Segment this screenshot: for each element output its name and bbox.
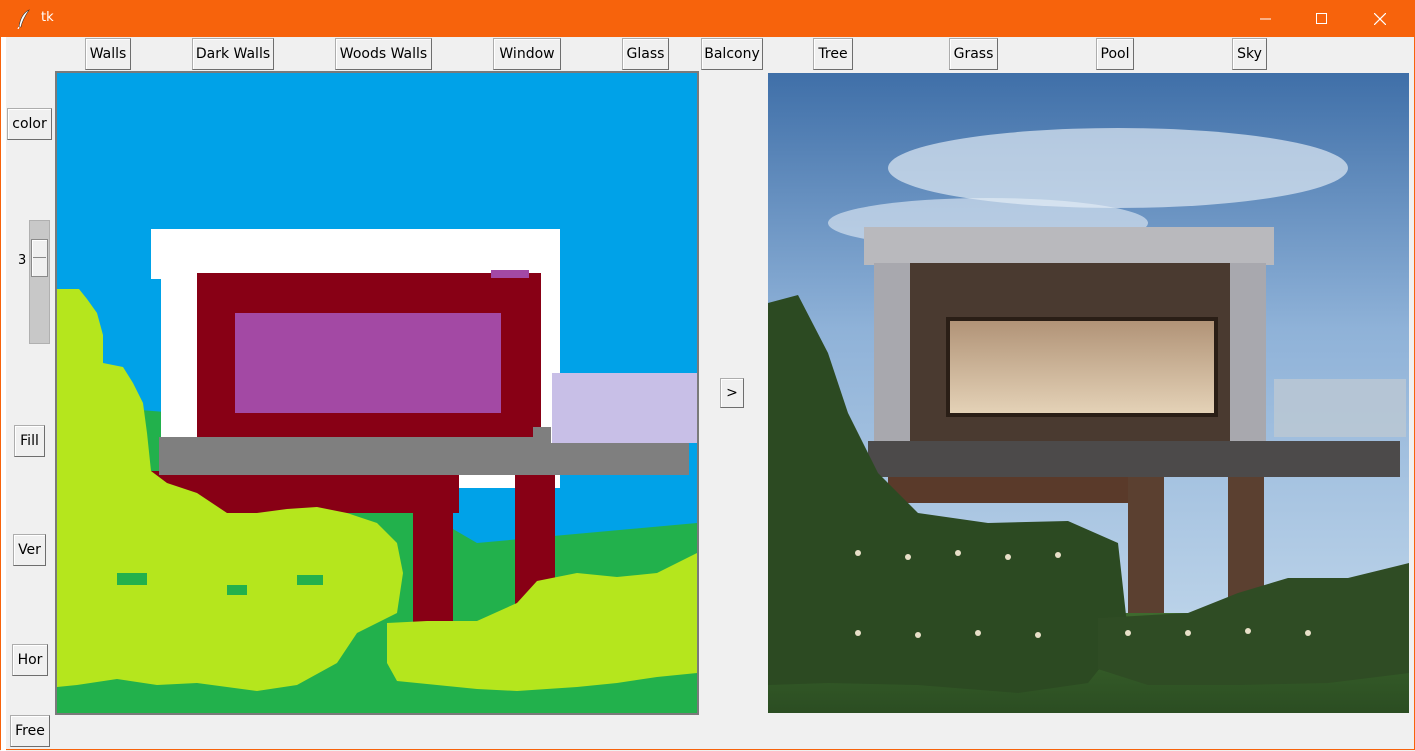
- window-region: [235, 313, 501, 413]
- glass-button[interactable]: Glass: [622, 38, 669, 70]
- walls-button[interactable]: Walls: [85, 38, 131, 70]
- generated-image: [768, 73, 1409, 713]
- maximize-icon: [1316, 13, 1328, 25]
- brush-size-slider[interactable]: [29, 220, 50, 344]
- panoramic-window: [946, 317, 1218, 417]
- color-button[interactable]: color: [7, 108, 52, 140]
- balcony-button[interactable]: Balcony: [701, 38, 763, 70]
- generated-house-render: [768, 73, 1409, 713]
- column-left: [1128, 477, 1164, 627]
- generate-button[interactable]: >: [720, 378, 744, 408]
- pool-button[interactable]: Pool: [1096, 38, 1134, 70]
- title-bar: tk: [1, 1, 1415, 37]
- app-window: tk Walls Dark Walls Woods Walls Window G…: [0, 0, 1415, 751]
- drawing-canvas[interactable]: [55, 71, 699, 715]
- slider-thumb[interactable]: [31, 239, 48, 277]
- close-icon: [1374, 13, 1386, 25]
- free-button[interactable]: Free: [10, 715, 50, 747]
- woods-walls-button[interactable]: Woods Walls: [335, 38, 432, 70]
- cloud: [888, 128, 1348, 208]
- window-button[interactable]: Window: [493, 38, 561, 70]
- close-button[interactable]: [1351, 1, 1409, 37]
- fill-button[interactable]: Fill: [14, 425, 45, 457]
- sky-button[interactable]: Sky: [1232, 38, 1267, 70]
- glass-region: [552, 373, 697, 443]
- brush-size-value: 3: [18, 253, 27, 268]
- feather-icon: [17, 9, 31, 30]
- minimize-button[interactable]: [1237, 1, 1295, 37]
- background-window-strip: [1, 37, 6, 751]
- glass-railing: [1274, 379, 1406, 437]
- balcony-slab: [868, 441, 1400, 477]
- maximize-button[interactable]: [1293, 1, 1351, 37]
- segmentation-drawing: [57, 73, 697, 713]
- ver-button[interactable]: Ver: [13, 534, 46, 566]
- grass-button[interactable]: Grass: [949, 38, 998, 70]
- roof-slab: [864, 227, 1274, 265]
- tree-button[interactable]: Tree: [813, 38, 853, 70]
- dark-walls-button[interactable]: Dark Walls: [192, 38, 274, 70]
- minimize-icon: [1260, 13, 1272, 25]
- window-title: tk: [41, 10, 54, 25]
- hor-button[interactable]: Hor: [12, 644, 48, 676]
- support-column-left: [413, 473, 453, 623]
